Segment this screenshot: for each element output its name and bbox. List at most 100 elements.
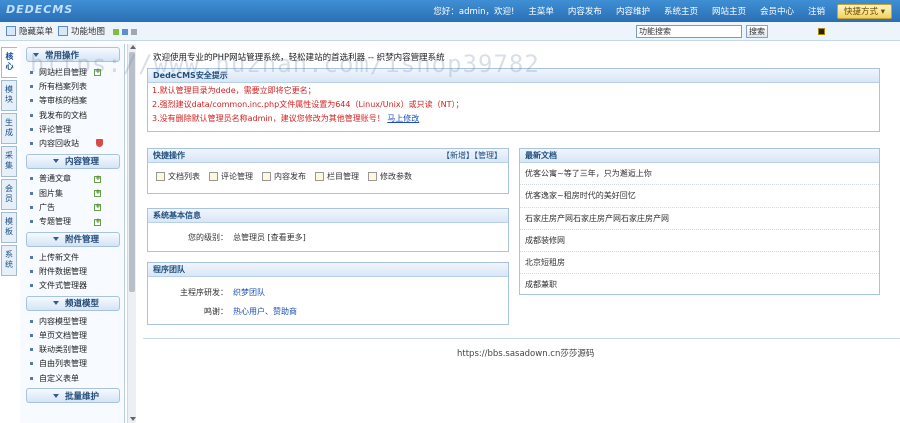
top-bar: DEDECMS 您好：admin，欢迎! 主菜单 内容发布 内容维护 系统主页 … [0,0,900,22]
menu-item-recycle[interactable]: 内容回收站 [20,136,124,150]
menu-item-linked-categories[interactable]: 联动类别管理 [20,342,124,356]
quick-panel-title: 快捷操作 【新增】【管理】 [148,149,508,163]
scroll-thumb[interactable] [129,52,135,292]
menu-group-common[interactable]: 常用操作 [26,47,120,62]
collapse-icon [52,393,59,398]
menu-item-free-lists[interactable]: 自由列表管理 [20,357,124,371]
add-icon[interactable] [94,217,101,226]
tab-collect[interactable]: 采集 [1,146,17,177]
bullet-icon [30,99,33,103]
tab-generate[interactable]: 生成 [1,113,17,144]
menu-group-content[interactable]: 内容管理 [26,153,120,169]
bullet-icon [30,362,33,366]
bullet-icon [30,177,33,181]
list-item[interactable]: 优客公寓~等了三年，只为邂逅上你 [520,163,879,186]
add-icon[interactable] [94,202,101,212]
menu-item-topics[interactable]: 专题管理 [20,215,124,229]
menu-item-content-models[interactable]: 内容模型管理 [20,314,124,328]
list-item[interactable]: 石家庄房产网石家庄房产网石家庄房产网 [520,208,879,230]
tab-member[interactable]: 会员 [1,179,17,210]
add-icon[interactable] [94,174,101,183]
add-icon[interactable] [94,67,101,76]
fix-now-link[interactable]: 马上修改 [387,114,419,123]
list-item[interactable]: 北京短租房 [520,252,879,275]
bullet-icon [30,255,33,259]
edit-icon [262,172,271,181]
hide-menu-button[interactable]: 隐藏菜单 [6,25,53,37]
nav-main-menu[interactable]: 主菜单 [528,5,554,17]
quick-categories[interactable]: 栏目管理 [315,171,359,182]
function-map-label: 功能地图 [71,27,106,37]
menu-group-batch[interactable]: 批量维护 [26,388,120,404]
bullet-icon [30,206,33,210]
list-item[interactable]: 成都装修网 [520,230,879,253]
level-value[interactable]: 总管理员 [查看更多] [233,230,306,246]
dev-team-link[interactable]: 织梦团队 [233,288,265,297]
thanks-label: 鸣谢： [204,307,228,316]
skin-gray-icon[interactable] [131,29,137,35]
nav-logout[interactable]: 注销 [808,5,825,17]
nav-site-home[interactable]: 网站主页 [712,5,746,17]
menu-item-custom-forms[interactable]: 自定义表单 [20,371,124,385]
bullet-icon [30,70,33,74]
menu-item-my-docs[interactable]: 我发布的文档 [20,108,124,122]
bullet-icon [30,376,33,380]
add-icon[interactable] [94,188,101,198]
menu-item-file-manager[interactable]: 文件式管理器 [20,279,124,293]
menu-item-gallery[interactable]: 图片集 [20,186,124,200]
footer-text: https://bbs.sasadown.cn莎莎源码 [457,349,595,359]
tab-core[interactable]: 核心 [1,47,17,78]
logo: DEDECMS [6,3,74,16]
quick-settings[interactable]: 修改参数 [368,171,412,182]
bullet-icon [30,142,33,146]
security-tip-1: 1.默认管理目录为dede，需要立即将它更名； [152,86,316,95]
thanks-link[interactable]: 热心用户、赞助商 [233,307,297,316]
list-item[interactable]: 优客逸家~租房时代的美好回忆 [520,185,879,208]
skin-green-icon[interactable] [113,29,119,35]
menu-group-channel-models[interactable]: 频道模型 [26,295,120,311]
quick-add-manage-links[interactable]: 【新增】【管理】 [442,149,502,163]
menu-item-pending[interactable]: 等审核的档案 [20,94,124,108]
menu-item-comments[interactable]: 评论管理 [20,122,124,136]
menu-item-all-docs[interactable]: 所有档案列表 [20,79,124,93]
menu-item-upload[interactable]: 上传新文件 [20,250,124,264]
nav-system-home[interactable]: 系统主页 [664,5,698,17]
collapse-icon [52,159,59,164]
quick-comments[interactable]: 评论管理 [209,171,253,182]
function-search-input[interactable] [636,25,742,38]
menu-item-category[interactable]: 网站栏目管理 [20,65,124,79]
scroll-down-icon[interactable] [130,417,136,421]
search-button[interactable]: 搜索 [746,25,768,38]
quick-doc-list[interactable]: 文档列表 [156,171,200,182]
document-icon [156,172,165,181]
scroll-up-icon[interactable] [130,45,136,49]
system-info-title: 系统基本信息 [148,209,508,223]
menu-group-attachments[interactable]: 附件管理 [26,231,120,247]
skin-blue-icon[interactable] [122,29,128,35]
team-panel: 程序团队 主程序研发： 织梦团队 鸣谢： 热心用户、赞助商 [147,262,509,325]
nav-maintain[interactable]: 内容维护 [616,5,650,17]
skin-switcher [113,29,140,35]
menu-item-attach-data[interactable]: 附件数据管理 [20,264,124,278]
menu-item-article[interactable]: 普通文章 [20,172,124,186]
tab-module[interactable]: 模块 [1,80,17,111]
function-map-button[interactable]: 功能地图 [58,25,105,37]
sidebar-scrollbar[interactable] [127,44,136,423]
quick-publish[interactable]: 内容发布 [262,171,306,182]
quick-access-dropdown[interactable]: 快捷方式 ▾ [837,3,892,19]
thanks-row: 鸣谢： 热心用户、赞助商 [148,304,508,320]
bullet-icon [30,84,33,88]
list-item[interactable]: 成都兼职 [520,274,879,296]
nav-member-center[interactable]: 会员中心 [760,5,794,17]
bullet-icon [30,220,33,224]
menu-item-ads[interactable]: 广告 [20,200,124,214]
tab-system[interactable]: 系统 [1,245,17,276]
dev-label: 主程序研发： [180,288,228,297]
grid-icon[interactable] [818,28,825,35]
tab-template[interactable]: 模板 [1,212,17,243]
shield-icon[interactable] [96,139,103,148]
bullet-icon [30,113,33,117]
nav-publish[interactable]: 内容发布 [568,5,602,17]
menu-item-single-pages[interactable]: 单页文档管理 [20,328,124,342]
quick-actions-panel: 快捷操作 【新增】【管理】 文档列表 评论管理 内容发布 栏目管理 修改参数 [147,148,509,194]
